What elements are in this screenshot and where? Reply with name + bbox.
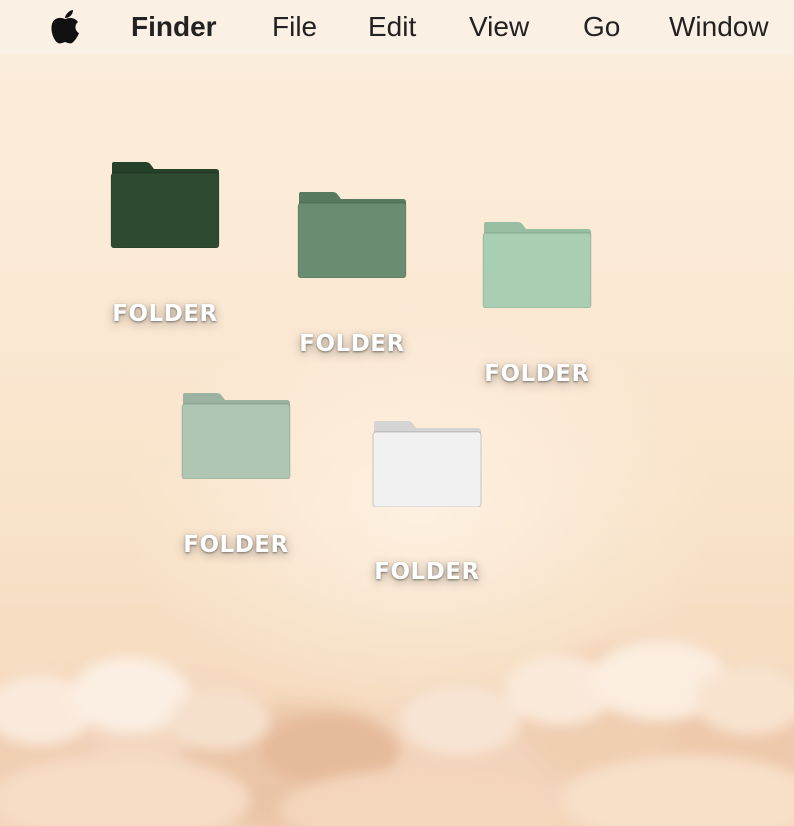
menu-item-edit[interactable]: Edit [368,0,416,54]
folder-body [482,232,592,308]
folder-icon[interactable] [110,160,220,248]
folder-icon[interactable] [297,190,407,278]
menu-item-file[interactable]: File [272,0,317,54]
menu-bar: Finder File Edit View Go Window [0,0,794,54]
apple-logo-icon[interactable] [48,8,82,46]
clouds-decoration [0,640,794,826]
folder-label[interactable]: FOLDER [282,331,422,357]
folder-label[interactable]: FOLDER [467,361,607,387]
folder-icon[interactable] [482,220,592,308]
menu-app-name[interactable]: Finder [131,0,217,54]
folder-icon[interactable] [181,391,291,479]
folder-body [372,431,482,507]
folder-icon[interactable] [372,419,482,507]
folder-body [297,202,407,278]
folder-body [110,172,220,248]
folder-label[interactable]: FOLDER [357,559,497,585]
folder-label[interactable]: FOLDER [95,301,235,327]
folder-label[interactable]: FOLDER [166,532,306,558]
folder-body [181,403,291,479]
desktop-wallpaper [0,0,794,826]
menu-item-go[interactable]: Go [583,0,620,54]
menu-item-view[interactable]: View [469,0,529,54]
menu-item-window[interactable]: Window [669,0,769,54]
